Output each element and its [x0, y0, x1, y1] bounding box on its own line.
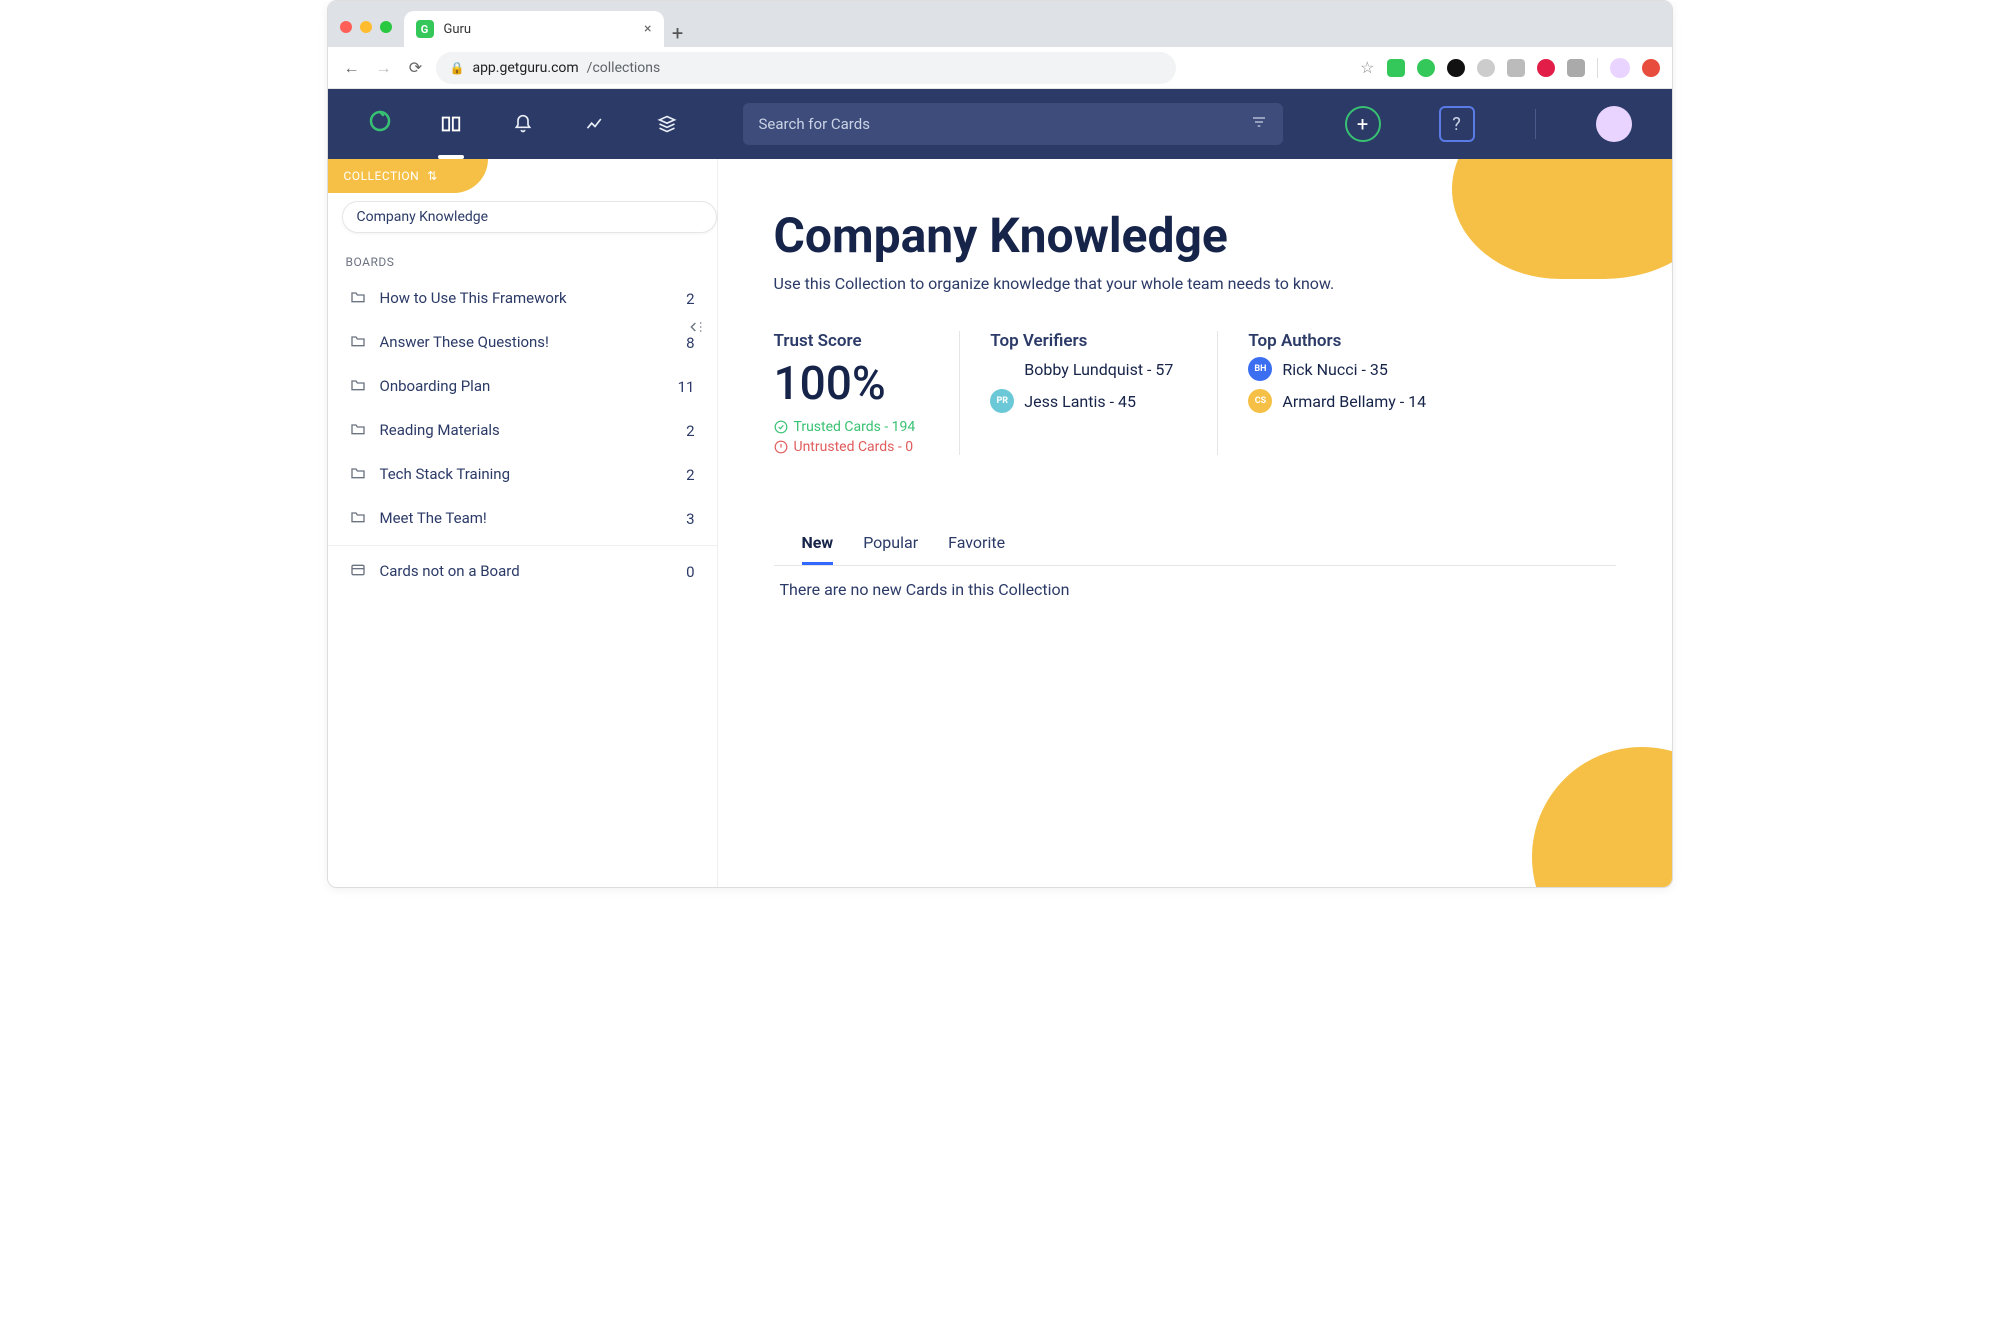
folder-icon [350, 465, 366, 485]
trust-score-value: 100% [774, 357, 916, 411]
extension-grammarly-icon[interactable] [1417, 59, 1435, 77]
tab-title: Guru [444, 22, 472, 37]
search-input[interactable]: Search for Cards [743, 103, 1283, 145]
extension-camera-icon[interactable] [1567, 59, 1585, 77]
tab-favorite[interactable]: Favorite [948, 525, 1005, 565]
decorative-blob [1532, 747, 1672, 887]
collection-pill[interactable]: Company Knowledge [342, 201, 717, 233]
untrusted-cards-row[interactable]: Untrusted Cards - 0 [774, 439, 916, 455]
lock-icon: 🔒 [450, 61, 465, 75]
verifier-row[interactable]: BH Bobby Lundquist - 57 [990, 357, 1173, 381]
top-authors-section: Top Authors BH Rick Nucci - 35 CS Armard… [1248, 331, 1470, 455]
profile-avatar-small[interactable] [1610, 58, 1630, 78]
board-item[interactable]: Reading Materials 2 [328, 409, 717, 453]
top-verifiers-section: Top Verifiers BH Bobby Lundquist - 57 PR… [990, 331, 1218, 455]
verifiers-heading: Top Verifiers [990, 331, 1173, 351]
bookmark-star-icon[interactable]: ☆ [1360, 58, 1374, 77]
guru-logo[interactable] [368, 109, 392, 139]
folder-icon [350, 289, 366, 309]
board-item[interactable]: Meet The Team! 3 [328, 497, 717, 541]
author-row[interactable]: BH Rick Nucci - 35 [1248, 357, 1426, 381]
tab-popular[interactable]: Popular [863, 525, 918, 565]
add-button[interactable]: + [1345, 106, 1381, 142]
main-content: Company Knowledge Use this Collection to… [718, 159, 1672, 887]
browser-toolbar: ← → ⟳ 🔒 app.getguru.com/collections ☆ [328, 47, 1672, 89]
trust-heading: Trust Score [774, 331, 916, 351]
sidebar: COLLECTION ⇅ Company Knowledge BOARDS Ho… [328, 159, 718, 887]
browser-titlebar: G Guru × + [328, 1, 1672, 47]
nav-bell-icon[interactable] [510, 111, 536, 137]
folder-icon [350, 377, 366, 397]
empty-state-text: There are no new Cards in this Collectio… [774, 566, 1616, 613]
nav-book-icon[interactable] [438, 111, 464, 137]
collection-header-label: COLLECTION [344, 169, 420, 183]
authors-heading: Top Authors [1248, 331, 1426, 351]
extension-icon[interactable] [1642, 59, 1660, 77]
close-tab-icon[interactable]: × [644, 21, 651, 37]
avatar-initials: PR [990, 389, 1014, 413]
nav-analytics-icon[interactable] [582, 111, 608, 137]
app-header: Search for Cards + ? [328, 89, 1672, 159]
url-path: /collections [587, 60, 661, 76]
boards-label: BOARDS [328, 233, 717, 277]
board-item[interactable]: Tech Stack Training 2 [328, 453, 717, 497]
forward-icon: → [372, 58, 396, 78]
window-close[interactable] [340, 21, 352, 33]
trusted-cards-row[interactable]: Trusted Cards - 194 [774, 419, 916, 435]
window-min[interactable] [360, 21, 372, 33]
nav-stack-icon[interactable] [654, 111, 680, 137]
avatar-initials: BH [1248, 357, 1272, 381]
tab-new[interactable]: New [802, 525, 834, 565]
guru-favicon: G [416, 20, 434, 38]
author-row[interactable]: CS Armard Bellamy - 14 [1248, 389, 1426, 413]
extension-guru-icon[interactable] [1387, 59, 1405, 77]
window-max[interactable] [380, 21, 392, 33]
folder-icon [350, 421, 366, 441]
collapse-sidebar-icon[interactable] [688, 319, 704, 339]
verifier-row[interactable]: PR Jess Lantis - 45 [990, 389, 1173, 413]
filter-icon[interactable] [1251, 114, 1267, 134]
extension-icon[interactable] [1477, 59, 1495, 77]
board-item[interactable]: Answer These Questions! 8 [328, 321, 717, 365]
back-icon[interactable]: ← [340, 58, 364, 78]
avatar-initials: BH [990, 357, 1014, 381]
trust-score-section: Trust Score 100% Trusted Cards - 194 Unt… [774, 331, 961, 455]
board-item[interactable]: Onboarding Plan 11 [328, 365, 717, 409]
folder-icon [350, 509, 366, 529]
cards-not-on-board[interactable]: Cards not on a Board 0 [328, 550, 717, 594]
help-button[interactable]: ? [1439, 106, 1475, 142]
collection-header[interactable]: COLLECTION ⇅ [328, 159, 488, 193]
page-subtitle: Use this Collection to organize knowledg… [774, 274, 1616, 293]
avatar-initials: CS [1248, 389, 1272, 413]
url-domain: app.getguru.com [472, 60, 578, 76]
extension-icon[interactable] [1537, 59, 1555, 77]
extension-icon[interactable] [1447, 59, 1465, 77]
folder-icon [350, 333, 366, 353]
card-icon [350, 562, 366, 582]
address-bar[interactable]: 🔒 app.getguru.com/collections [436, 52, 1176, 84]
extension-icon[interactable] [1507, 59, 1525, 77]
search-placeholder: Search for Cards [759, 115, 870, 133]
new-tab-button[interactable]: + [664, 19, 692, 47]
sort-icon[interactable]: ⇅ [427, 169, 438, 183]
board-item[interactable]: How to Use This Framework 2 [328, 277, 717, 321]
user-avatar[interactable] [1596, 106, 1632, 142]
browser-tab[interactable]: G Guru × [404, 11, 664, 47]
tabs-bar: New Popular Favorite [774, 525, 1616, 566]
reload-icon[interactable]: ⟳ [404, 58, 428, 77]
